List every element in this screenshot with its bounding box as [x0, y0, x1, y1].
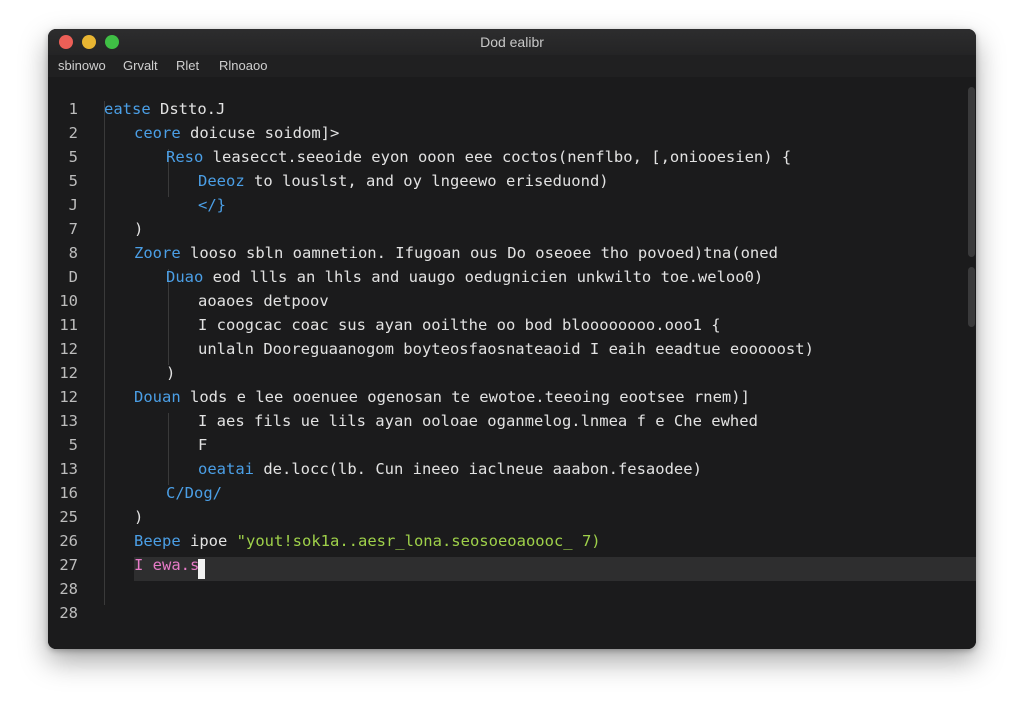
line-number: 10 — [59, 292, 78, 310]
menu-bar: sbinowo Grvalt Rlet Rlnoaoo — [48, 55, 976, 77]
line-number: 28 — [59, 580, 78, 598]
code-line[interactable]: eatse Dstto.J — [104, 97, 225, 121]
line-number: D — [68, 268, 78, 286]
code-line[interactable]: Reso leasecct.seeoide eyon ooon eee coct… — [166, 145, 791, 169]
line-number: 7 — [68, 220, 78, 238]
scrollbar-thumb[interactable] — [968, 87, 975, 257]
menu-item-0[interactable]: sbinowo — [58, 58, 106, 73]
code-line[interactable]: unlaln Dooreguaanogom boyteosfaosnateaoi… — [198, 337, 814, 361]
line-number: 8 — [68, 244, 78, 262]
scrollbar-thumb[interactable] — [968, 267, 975, 327]
line-number: 28 — [59, 604, 78, 622]
line-number: J — [68, 196, 78, 214]
menu-item-3[interactable]: Rlnoaoo — [219, 58, 267, 73]
code-line[interactable]: F — [198, 433, 207, 457]
indent-guide — [168, 413, 169, 485]
code-line[interactable]: I aes fils ue lils ayan ooloae oganmelog… — [198, 409, 758, 433]
code-line[interactable]: ) — [134, 217, 143, 241]
line-number: 5 — [68, 436, 78, 454]
line-number: 5 — [68, 172, 78, 190]
code-editor[interactable]: 1 2 5 5 J 7 8 D 10 11 12 12 12 13 5 13 16 25 26 27 28 28 eats… — [48, 77, 976, 649]
code-line[interactable]: I ewa.s — [134, 553, 199, 577]
line-number: 27 — [59, 556, 78, 574]
line-number: 1 — [68, 100, 78, 118]
code-line[interactable]: ) — [134, 505, 143, 529]
code-line[interactable]: ) — [166, 361, 175, 385]
vertical-scrollbar[interactable] — [966, 77, 976, 649]
line-number: 25 — [59, 508, 78, 526]
line-number-gutter: 1 2 5 5 J 7 8 D 10 11 12 12 12 13 5 13 16 25 26 27 28 28 — [48, 77, 86, 649]
code-line[interactable]: C/Dog/ — [166, 481, 222, 505]
indent-guide — [104, 101, 105, 605]
window-title: Dod ealibr — [480, 34, 544, 50]
line-number: 5 — [68, 148, 78, 166]
code-line[interactable]: oeatai de.locc(lb. Cun ineeo iaclneue aa… — [198, 457, 702, 481]
code-line[interactable]: </} — [198, 193, 226, 217]
line-number: 13 — [59, 460, 78, 478]
code-line[interactable]: Douan lods e lee ooenuee ogenosan te ewo… — [134, 385, 750, 409]
line-number: 16 — [59, 484, 78, 502]
line-number: 11 — [59, 316, 78, 334]
code-line[interactable]: Beepe ipoe "yout!sok1a..aesr_lona.seosoe… — [134, 529, 601, 553]
line-number: 13 — [59, 412, 78, 430]
code-line[interactable]: Zoore looso sbln oamnetion. Ifugoan ous … — [134, 241, 778, 265]
line-number: 12 — [59, 388, 78, 406]
menu-item-2[interactable]: Rlet — [176, 58, 199, 73]
code-line[interactable]: Deeoz to louslst, and oy lngeewo erisedu… — [198, 169, 609, 193]
text-cursor — [198, 559, 205, 579]
code-line[interactable]: Duao eod llls an lhls and uaugo oedugnic… — [166, 265, 763, 289]
code-line[interactable]: I coogcac coac sus ayan ooilthe oo bod b… — [198, 313, 721, 337]
menu-item-1[interactable]: Grvalt — [123, 58, 158, 73]
code-line[interactable]: ceore doicuse soidom]> — [134, 121, 339, 145]
code-line[interactable]: aoaoes detpoov — [198, 289, 329, 313]
title-bar: Dod ealibr — [48, 29, 976, 56]
line-number: 12 — [59, 364, 78, 382]
current-line-highlight — [134, 557, 976, 581]
line-number: 26 — [59, 532, 78, 550]
line-number: 2 — [68, 124, 78, 142]
editor-window: Dod ealibr sbinowo Grvalt Rlet Rlnoaoo 1… — [48, 29, 976, 649]
line-number: 12 — [59, 340, 78, 358]
